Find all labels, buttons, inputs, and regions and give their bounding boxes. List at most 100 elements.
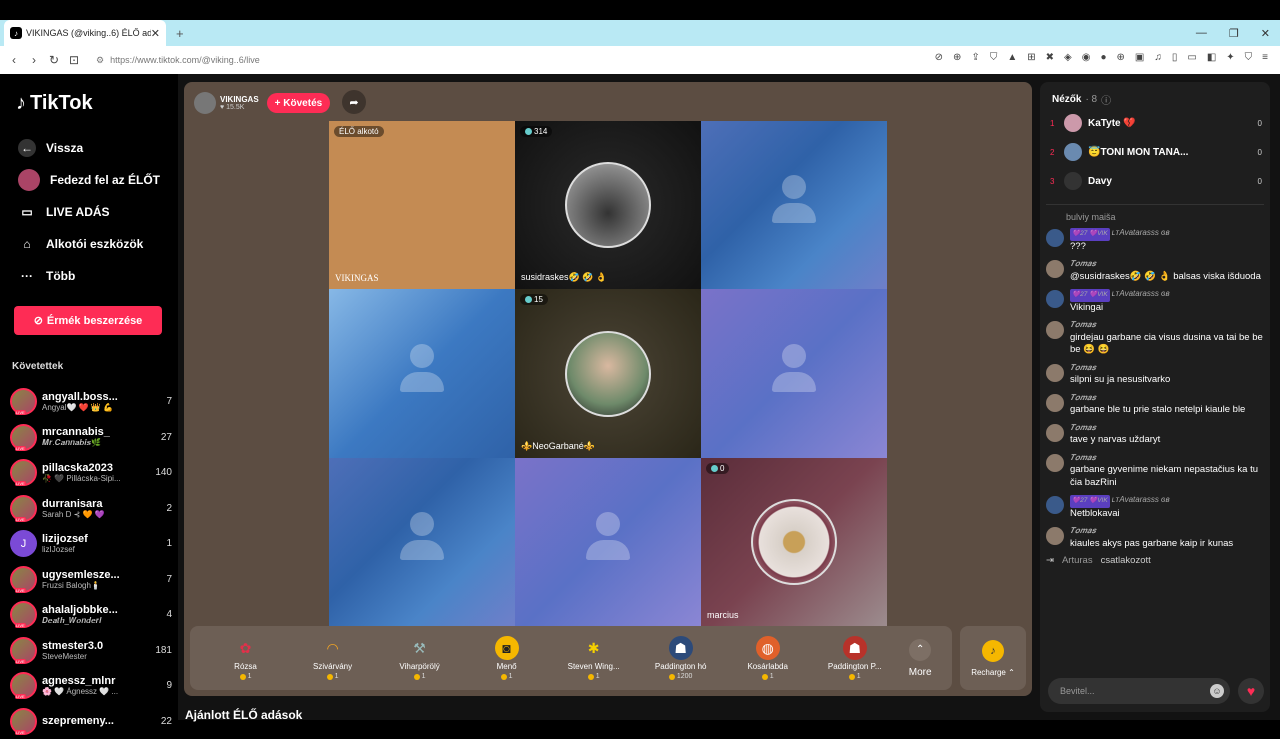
avatar[interactable] <box>1046 229 1064 247</box>
gift-item[interactable]: ✱Steven Wing...1 <box>550 636 637 680</box>
menu-item-back[interactable]: ← Vissza <box>18 132 168 164</box>
menu-item-explore-live[interactable]: Fedezd fel az ÉLŐT <box>18 164 168 196</box>
extension-icon[interactable]: ⊘ <box>935 52 943 63</box>
heart-like-icon[interactable]: ♥ <box>1238 678 1264 704</box>
rewards-icon[interactable]: ▲ <box>1007 52 1017 63</box>
zoom-icon[interactable]: ⊕ <box>953 52 961 63</box>
url-field[interactable]: ⚙ https://www.tiktok.com/@viking..6/live <box>96 55 260 66</box>
chat-username[interactable]: 𝑻𝒐𝒎𝒂𝒔 <box>1070 452 1264 465</box>
top-viewer[interactable]: 3Davy0 <box>1050 172 1262 190</box>
brave-shield-icon[interactable]: ⛉ <box>990 52 998 63</box>
info-icon[interactable]: ⓘ <box>1101 92 1111 107</box>
chat-username[interactable]: 𝑻𝒐𝒎𝒂𝒔 <box>1070 319 1264 332</box>
following-item[interactable]: LIVEagnessz_mlnr🌸 🤍 Ágnessz 🤍 ...9 <box>10 668 172 704</box>
extension-icon[interactable]: ◧ <box>1207 52 1216 63</box>
following-item[interactable]: JlizijozseflizIJozsef1 <box>10 526 172 562</box>
bookmark-icon[interactable]: ⊡ <box>64 53 84 67</box>
site-info-icon[interactable]: ⚙ <box>96 55 104 66</box>
menu-item-more[interactable]: ··· Több <box>18 260 168 292</box>
gift-item[interactable]: ☗Paddington hó1200 <box>637 636 724 680</box>
menu-item-live[interactable]: ▭ LIVE ADÁS <box>18 196 168 228</box>
gift-item[interactable]: ◙Menő1 <box>463 636 550 680</box>
extension-icon[interactable]: ● <box>1100 52 1106 63</box>
gift-item[interactable]: ☗Paddington P...1 <box>811 636 898 680</box>
guest-cell[interactable]: ÉLŐ alkotó VIKINGAS <box>329 121 515 289</box>
extension-icon[interactable]: ⊕ <box>1117 52 1125 63</box>
menu-item-creator-tools[interactable]: ⌂ Alkotói eszközök <box>18 228 168 260</box>
recharge-button[interactable]: ♪ Recharge ⌃ <box>960 626 1026 690</box>
chat-username[interactable]: 𝑻𝒐𝒎𝒂𝒔 <box>1070 362 1264 375</box>
extension-icon[interactable]: ◈ <box>1064 52 1072 63</box>
avatar[interactable] <box>1046 454 1064 472</box>
following-item[interactable]: LIVEszepremeny...22 <box>10 704 172 739</box>
empty-guest-slot[interactable] <box>701 289 887 458</box>
join-name[interactable]: Arturas <box>1062 555 1093 566</box>
emoji-icon[interactable]: ☺ <box>1210 684 1224 698</box>
chat-username[interactable]: 𝑻𝒐𝒎𝒂𝒔 <box>1070 258 1264 271</box>
reload-icon[interactable]: ↻ <box>44 53 64 67</box>
following-item[interactable]: LIVEangyall.boss...Angyal🤍 ❤️ 👑 💪7 <box>10 384 172 420</box>
empty-guest-slot[interactable] <box>329 289 515 458</box>
top-viewer[interactable]: 1KaTyte 💔0 <box>1050 114 1262 132</box>
gift-item[interactable]: ◍Kosárlabda1 <box>724 636 811 680</box>
translate-icon[interactable]: ⊞ <box>1027 52 1035 63</box>
following-item[interactable]: LIVEdurranisaraSarah D ⊰ 🧡 💜2 <box>10 491 172 527</box>
extension-icon[interactable]: ✖ <box>1046 52 1054 63</box>
top-viewer[interactable]: 2😇TONI MON TANA...0 <box>1050 143 1262 161</box>
restore-icon[interactable]: ❐ <box>1229 27 1239 40</box>
share-icon[interactable]: ➦ <box>342 90 366 114</box>
gift-item[interactable]: ◠Szivárvány1 <box>289 636 376 680</box>
guest-cell[interactable]: 15 ⚜️NeoGarbané⚜️ <box>515 289 701 458</box>
sidebar-icon[interactable]: ▯ <box>1172 52 1178 63</box>
chat-username[interactable]: 𝑻𝒐𝒎𝒂𝒔 <box>1070 525 1264 538</box>
close-tab-icon[interactable]: ✕ <box>151 27 160 40</box>
more-gifts-button[interactable]: ⌃ More <box>900 639 940 678</box>
avatar[interactable] <box>1046 321 1064 339</box>
empty-guest-slot[interactable] <box>515 458 701 626</box>
gift-item[interactable]: ✿Rózsa1 <box>202 636 289 680</box>
gift-item[interactable]: ⚒Viharpörölý1 <box>376 636 463 680</box>
avatar[interactable] <box>1046 424 1064 442</box>
chat-username[interactable]: ʟᴛAvatarasss ɢʙ <box>1112 228 1170 237</box>
empty-guest-slot[interactable] <box>701 121 887 289</box>
host-name[interactable]: VIKINGAS <box>220 95 259 104</box>
back-icon[interactable]: ‹ <box>4 53 24 67</box>
chat-username[interactable]: ʟᴛAvatarasss ɢʙ <box>1112 495 1170 504</box>
guest-cell[interactable]: 314 susidraskes🤣 🤣 👌 <box>515 121 701 289</box>
share-page-icon[interactable]: ⇪ <box>971 52 979 63</box>
join-icon: ⇥ <box>1046 555 1054 566</box>
following-item[interactable]: LIVEstmester3.0SteveMester181 <box>10 633 172 669</box>
close-window-icon[interactable]: ✕ <box>1261 27 1270 40</box>
chat-username[interactable]: 𝑻𝒐𝒎𝒂𝒔 <box>1070 422 1264 435</box>
following-item[interactable]: LIVEugysemlesze...Fruzsi Balogh🕯️7 <box>10 562 172 598</box>
host-avatar[interactable] <box>194 92 216 114</box>
minimize-icon[interactable]: — <box>1196 27 1207 39</box>
empty-guest-slot[interactable] <box>329 458 515 626</box>
chat-username[interactable]: 𝑻𝒐𝒎𝒂𝒔 <box>1070 392 1264 405</box>
extension-icon[interactable]: ◉ <box>1082 52 1091 63</box>
guest-cell[interactable]: 0 marcius <box>701 458 887 626</box>
chat-input[interactable]: Bevitel... ☺ <box>1048 678 1230 704</box>
follow-button[interactable]: + Követés <box>267 93 331 113</box>
avatar[interactable] <box>1046 496 1064 514</box>
get-coins-button[interactable]: ⊘ Érmék beszerzése <box>14 306 162 335</box>
browser-tab[interactable]: ♪ VIKINGAS (@viking..6) ÉLŐ ad... ✕ <box>4 20 166 46</box>
following-item[interactable]: LIVEmrcannabis_𝑴𝒓.𝑪𝒂𝒏𝒏𝒂𝒃𝒊𝒔🌿27 <box>10 420 172 456</box>
forward-icon[interactable]: › <box>24 53 44 67</box>
ai-icon[interactable]: ✦ <box>1226 52 1234 63</box>
following-item[interactable]: LIVEpillacska2023🥀 🖤 Pillácska-Sipi...14… <box>10 455 172 491</box>
following-item[interactable]: LIVEahalaljobbke...𝑫𝒆𝒂𝒕𝒉_𝑾𝒐𝒏𝒅𝒆𝒓𝒍4 <box>10 597 172 633</box>
new-tab-icon[interactable]: + <box>176 26 184 41</box>
extension-icon[interactable]: ▣ <box>1135 52 1144 63</box>
avatar[interactable] <box>1046 364 1064 382</box>
wallet-icon[interactable]: ▭ <box>1187 52 1196 63</box>
avatar[interactable] <box>1046 290 1064 308</box>
music-icon[interactable]: ♫ <box>1154 52 1162 63</box>
chat-username[interactable]: ʟᴛAvatarasss ɢʙ <box>1112 289 1170 298</box>
menu-icon[interactable]: ≡ <box>1262 52 1268 63</box>
avatar[interactable] <box>1046 260 1064 278</box>
tiktok-logo[interactable]: ♪ TikTok <box>16 92 93 115</box>
avatar[interactable] <box>1046 394 1064 412</box>
vpn-icon[interactable]: ⛉ <box>1245 52 1253 63</box>
avatar[interactable] <box>1046 527 1064 545</box>
